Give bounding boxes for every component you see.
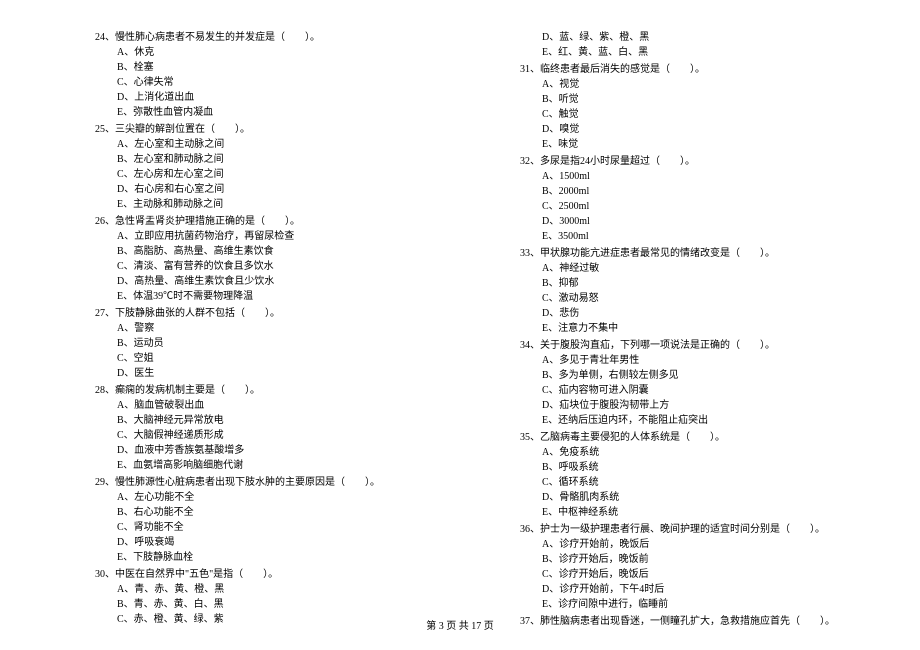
option: D、高热量、高维生素饮食且少饮水	[95, 274, 440, 289]
option: D、右心房和右心室之间	[95, 182, 440, 197]
question: 31、临终患者最后消失的感觉是（ ）。A、视觉B、听觉C、触觉D、嗅觉E、味觉	[520, 62, 900, 152]
option: A、警察	[95, 321, 440, 336]
question-continuation: D、蓝、绿、紫、橙、黑E、红、黄、蓝、白、黑	[520, 30, 900, 60]
option: B、青、赤、黄、白、黑	[95, 597, 440, 612]
option: A、休克	[95, 45, 440, 60]
option: A、左心室和主动脉之间	[95, 137, 440, 152]
question-text: 33、甲状腺功能亢进症患者最常见的情绪改变是（ ）。	[520, 246, 900, 261]
option: E、下肢静脉血栓	[95, 550, 440, 565]
option: A、立即应用抗菌药物治疗，再留尿检查	[95, 229, 440, 244]
question-text: 35、乙脑病毒主要侵犯的人体系统是（ ）。	[520, 430, 900, 445]
option: B、右心功能不全	[95, 505, 440, 520]
option: C、空姐	[95, 351, 440, 366]
option: C、清淡、富有营养的饮食且多饮水	[95, 259, 440, 274]
option: E、主动脉和肺动脉之间	[95, 197, 440, 212]
option: D、医生	[95, 366, 440, 381]
option: C、疝内容物可进入阴囊	[520, 383, 900, 398]
option: E、3500ml	[520, 229, 900, 244]
question: 27、下肢静脉曲张的人群不包括（ ）。A、警察B、运动员C、空姐D、医生	[95, 306, 440, 381]
question: 35、乙脑病毒主要侵犯的人体系统是（ ）。A、免疫系统B、呼吸系统C、循环系统D…	[520, 430, 900, 520]
option: A、多见于青壮年男性	[520, 353, 900, 368]
option: C、触觉	[520, 107, 900, 122]
question: 26、急性肾盂肾炎护理措施正确的是（ ）。A、立即应用抗菌药物治疗，再留尿检查B…	[95, 214, 440, 304]
option: C、肾功能不全	[95, 520, 440, 535]
question: 32、多尿是指24小时尿量超过（ ）。A、1500mlB、2000mlC、250…	[520, 154, 900, 244]
option: D、疝块位于腹股沟韧带上方	[520, 398, 900, 413]
option: E、体温39℃时不需要物理降温	[95, 289, 440, 304]
option: C、心律失常	[95, 75, 440, 90]
question-text: 32、多尿是指24小时尿量超过（ ）。	[520, 154, 900, 169]
question-text: 27、下肢静脉曲张的人群不包括（ ）。	[95, 306, 440, 321]
option: A、脑血管破裂出血	[95, 398, 440, 413]
option: A、左心功能不全	[95, 490, 440, 505]
question: 25、三尖瓣的解剖位置在（ ）。A、左心室和主动脉之间B、左心室和肺动脉之间C、…	[95, 122, 440, 212]
option: B、高脂肪、高热量、高维生素饮食	[95, 244, 440, 259]
option: C、激动易怒	[520, 291, 900, 306]
option: B、运动员	[95, 336, 440, 351]
option: E、诊疗间隙中进行，临睡前	[520, 597, 900, 612]
question-text: 26、急性肾盂肾炎护理措施正确的是（ ）。	[95, 214, 440, 229]
question: 29、慢性肺源性心脏病患者出现下肢水肿的主要原因是（ ）。A、左心功能不全B、右…	[95, 475, 440, 565]
option: D、上消化道出血	[95, 90, 440, 105]
option: E、注意力不集中	[520, 321, 900, 336]
option: B、多为单侧，右侧较左侧多见	[520, 368, 900, 383]
option: C、2500ml	[520, 199, 900, 214]
option: B、诊疗开始后，晚饭前	[520, 552, 900, 567]
option: A、神经过敏	[520, 261, 900, 276]
option: A、视觉	[520, 77, 900, 92]
option: A、诊疗开始前，晚饭后	[520, 537, 900, 552]
question: 36、护士为一级护理患者行晨、晚间护理的适宜时间分别是（ ）。A、诊疗开始前，晚…	[520, 522, 900, 612]
option: D、蓝、绿、紫、橙、黑	[520, 30, 900, 45]
question: 24、慢性肺心病患者不易发生的并发症是（ ）。A、休克B、栓塞C、心律失常D、上…	[95, 30, 440, 120]
option: C、循环系统	[520, 475, 900, 490]
option: E、弥散性血管内凝血	[95, 105, 440, 120]
option: B、听觉	[520, 92, 900, 107]
question-text: 24、慢性肺心病患者不易发生的并发症是（ ）。	[95, 30, 440, 45]
option: D、悲伤	[520, 306, 900, 321]
option: D、呼吸衰竭	[95, 535, 440, 550]
question-text: 28、癫痫的发病机制主要是（ ）。	[95, 383, 440, 398]
option: B、大脑神经元异常放电	[95, 413, 440, 428]
option: E、味觉	[520, 137, 900, 152]
option: B、抑郁	[520, 276, 900, 291]
left-column: 24、慢性肺心病患者不易发生的并发症是（ ）。A、休克B、栓塞C、心律失常D、上…	[0, 30, 460, 631]
option: B、栓塞	[95, 60, 440, 75]
option: D、嗅觉	[520, 122, 900, 137]
option: C、大脑假神经递质形成	[95, 428, 440, 443]
option: A、1500ml	[520, 169, 900, 184]
option: E、中枢神经系统	[520, 505, 900, 520]
option: E、还纳后压迫内环，不能阻止疝突出	[520, 413, 900, 428]
option: A、免疫系统	[520, 445, 900, 460]
option: C、诊疗开始后，晚饭后	[520, 567, 900, 582]
question-text: 34、关于腹股沟直疝，下列哪一项说法是正确的（ ）。	[520, 338, 900, 353]
question-text: 25、三尖瓣的解剖位置在（ ）。	[95, 122, 440, 137]
option: E、血氨增高影响脑细胞代谢	[95, 458, 440, 473]
question-text: 29、慢性肺源性心脏病患者出现下肢水肿的主要原因是（ ）。	[95, 475, 440, 490]
question: 33、甲状腺功能亢进症患者最常见的情绪改变是（ ）。A、神经过敏B、抑郁C、激动…	[520, 246, 900, 336]
option: D、血液中芳香族氨基酸增多	[95, 443, 440, 458]
option: D、3000ml	[520, 214, 900, 229]
option: C、左心房和左心室之间	[95, 167, 440, 182]
question-text: 36、护士为一级护理患者行晨、晚间护理的适宜时间分别是（ ）。	[520, 522, 900, 537]
question: 28、癫痫的发病机制主要是（ ）。A、脑血管破裂出血B、大脑神经元异常放电C、大…	[95, 383, 440, 473]
question-text: 30、中医在自然界中"五色"是指（ ）。	[95, 567, 440, 582]
option: D、骨骼肌肉系统	[520, 490, 900, 505]
right-column: D、蓝、绿、紫、橙、黑E、红、黄、蓝、白、黑31、临终患者最后消失的感觉是（ ）…	[460, 30, 920, 631]
option: B、呼吸系统	[520, 460, 900, 475]
option: E、红、黄、蓝、白、黑	[520, 45, 900, 60]
option: A、青、赤、黄、橙、黑	[95, 582, 440, 597]
page-footer: 第 3 页 共 17 页	[0, 617, 920, 632]
option: D、诊疗开始前，下午4时后	[520, 582, 900, 597]
question: 34、关于腹股沟直疝，下列哪一项说法是正确的（ ）。A、多见于青壮年男性B、多为…	[520, 338, 900, 428]
option: B、左心室和肺动脉之间	[95, 152, 440, 167]
option: B、2000ml	[520, 184, 900, 199]
question-text: 31、临终患者最后消失的感觉是（ ）。	[520, 62, 900, 77]
